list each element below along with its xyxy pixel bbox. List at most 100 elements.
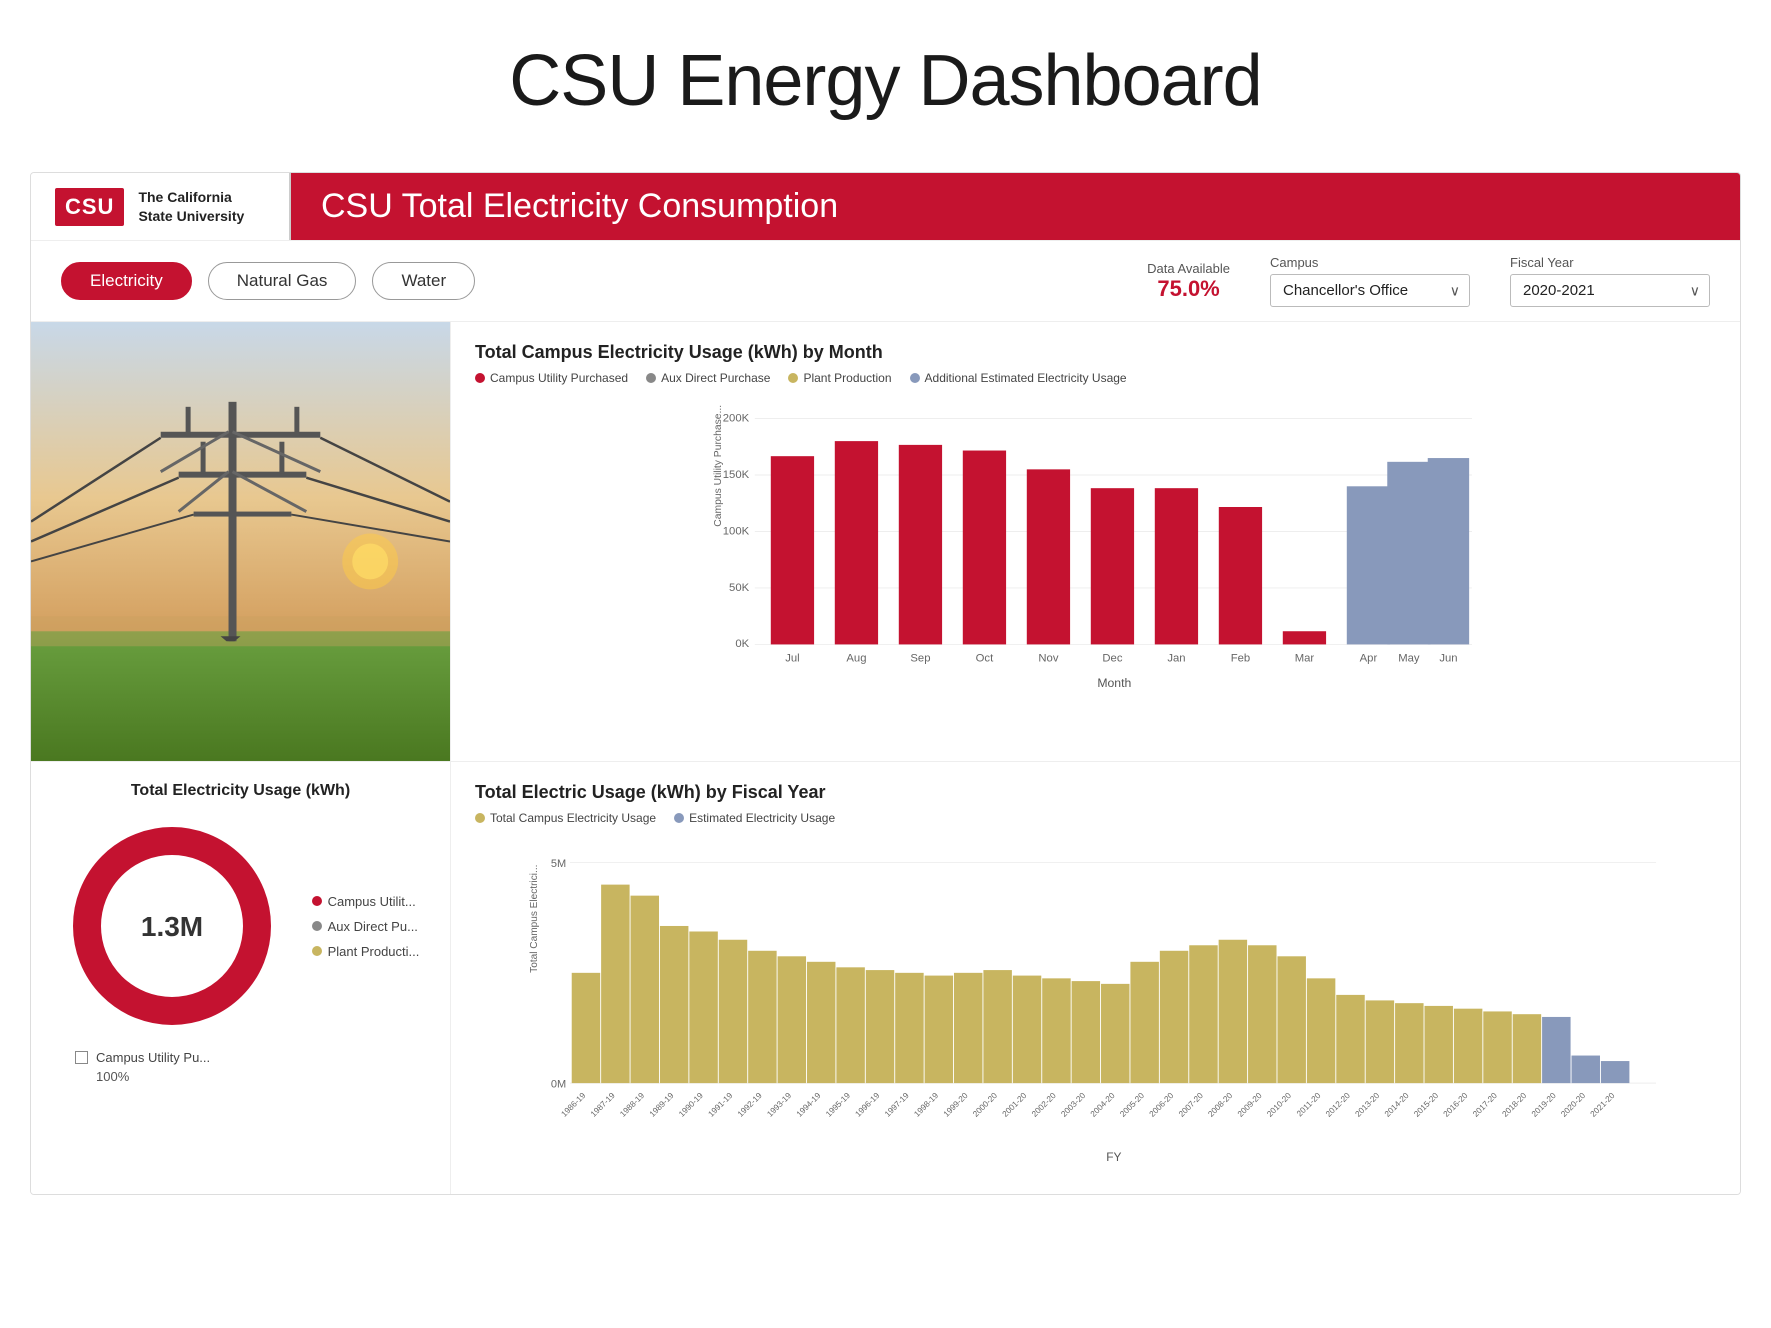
campus-select[interactable]: Chancellor's Office xyxy=(1270,274,1470,307)
fiscal-bar-30 xyxy=(1454,1009,1482,1083)
bar-mar xyxy=(1283,631,1326,644)
bar-apr xyxy=(1347,486,1390,644)
svg-text:Sep: Sep xyxy=(910,652,930,664)
bar-sep xyxy=(899,445,942,645)
donut-legend-plant: Plant Producti... xyxy=(312,944,420,959)
fiscal-year-label-23: 2009-20 xyxy=(1236,1091,1264,1119)
fiscal-bar-2 xyxy=(631,896,659,1083)
fiscal-year-select[interactable]: 2020-2021 xyxy=(1510,274,1710,307)
fiscal-legend-total: Total Campus Electricity Usage xyxy=(475,811,656,825)
data-available-block: Data Available 75.0% xyxy=(1147,261,1230,302)
fiscal-year-label-26: 2012-20 xyxy=(1324,1091,1352,1119)
bar-nov xyxy=(1027,469,1070,644)
fiscal-bar-35 xyxy=(1601,1061,1629,1083)
donut-title: Total Electricity Usage (kWh) xyxy=(131,782,350,800)
fiscal-bar-18 xyxy=(1101,984,1129,1083)
fiscal-chart-cell: Total Electric Usage (kWh) by Fiscal Yea… xyxy=(451,762,1740,1194)
fiscal-bar-1 xyxy=(601,885,629,1083)
tab-water[interactable]: Water xyxy=(372,262,475,300)
fiscal-bar-24 xyxy=(1277,956,1305,1083)
fiscal-bar-6 xyxy=(748,951,776,1083)
fiscal-bar-23 xyxy=(1248,945,1276,1083)
fiscal-chart-legend: Total Campus Electricity Usage Estimated… xyxy=(475,811,1716,825)
legend-estimated: Additional Estimated Electricity Usage xyxy=(910,371,1127,385)
fiscal-bar-11 xyxy=(895,973,923,1083)
bottom-legend: Campus Utility Pu... 100% xyxy=(55,1050,210,1084)
powerline-image xyxy=(31,322,450,761)
fiscal-year-label-27: 2013-20 xyxy=(1353,1091,1381,1119)
fiscal-bar-29 xyxy=(1424,1006,1452,1083)
campus-utility-checkbox[interactable] xyxy=(75,1051,88,1064)
dashboard-container: CSU The CaliforniaState University CSU T… xyxy=(30,172,1741,1195)
fiscal-year-label-9: 1995-19 xyxy=(824,1091,852,1119)
bar-jun xyxy=(1428,458,1469,644)
fiscal-bar-32 xyxy=(1513,1014,1541,1083)
donut-legend: Campus Utilit... Aux Direct Pu... Plant … xyxy=(312,894,420,959)
svg-text:Nov: Nov xyxy=(1038,652,1058,664)
fiscal-year-label: Fiscal Year xyxy=(1510,255,1710,270)
fiscal-bar-25 xyxy=(1307,978,1335,1083)
fiscal-chart-title: Total Electric Usage (kWh) by Fiscal Yea… xyxy=(475,782,1716,803)
fiscal-bar-8 xyxy=(807,962,835,1083)
fiscal-bar-31 xyxy=(1483,1011,1511,1083)
fiscal-dot-blue xyxy=(674,813,684,823)
legend-dot-gold xyxy=(788,373,798,383)
fiscal-bar-12 xyxy=(925,976,953,1084)
bar-jul xyxy=(771,456,814,644)
fiscal-year-label-33: 2019-20 xyxy=(1530,1091,1558,1119)
svg-text:Month: Month xyxy=(1097,676,1131,690)
header-title-bar: CSU Total Electricity Consumption xyxy=(291,173,1740,240)
main-grid: Total Campus Electricity Usage (kWh) by … xyxy=(31,322,1740,1194)
svg-text:Apr: Apr xyxy=(1360,652,1378,664)
fiscal-year-label-2: 1988-19 xyxy=(618,1091,646,1119)
monthly-bar-chart-svg: 200K 150K 100K 50K 0K Campus Utility Pur… xyxy=(475,395,1716,715)
fiscal-bar-chart-svg: 5M 0M Total Campus Electrici... 1986-191… xyxy=(475,835,1716,1175)
svg-text:FY: FY xyxy=(1106,1150,1121,1164)
bar-jan xyxy=(1155,488,1198,644)
tab-natural-gas[interactable]: Natural Gas xyxy=(208,262,357,300)
bar-feb xyxy=(1219,507,1262,644)
svg-text:Campus Utility Purchase...: Campus Utility Purchase... xyxy=(713,405,724,527)
svg-text:May: May xyxy=(1398,652,1420,664)
fiscal-bar-0 xyxy=(572,973,600,1083)
fiscal-year-label-12: 1998-19 xyxy=(912,1091,940,1119)
monthly-chart-legend: Campus Utility Purchased Aux Direct Purc… xyxy=(475,371,1716,385)
legend-plant-production: Plant Production xyxy=(788,371,891,385)
fiscal-bar-27 xyxy=(1366,1000,1394,1083)
legend-aux-direct: Aux Direct Purchase xyxy=(646,371,770,385)
bar-dec xyxy=(1091,488,1134,644)
svg-text:150K: 150K xyxy=(723,469,750,481)
fiscal-year-label-10: 1996-19 xyxy=(854,1091,882,1119)
legend-dot-gray xyxy=(646,373,656,383)
fiscal-label-total: Total Campus Electricity Usage xyxy=(490,811,656,825)
campus-dropdown-block: Campus Chancellor's Office xyxy=(1270,255,1470,307)
fiscal-year-label-28: 2014-20 xyxy=(1383,1091,1411,1119)
fiscal-year-label-31: 2017-20 xyxy=(1471,1091,1499,1119)
fiscal-bar-3 xyxy=(660,926,688,1083)
svg-text:100K: 100K xyxy=(723,525,750,537)
powerline-image-cell xyxy=(31,322,451,762)
bar-may xyxy=(1387,462,1430,645)
donut-svg: 1.3M xyxy=(62,816,282,1036)
donut-dot-red xyxy=(312,896,322,906)
donut-dot-gray xyxy=(312,921,322,931)
svg-text:Jan: Jan xyxy=(1167,652,1185,664)
fiscal-bar-5 xyxy=(719,940,747,1083)
svg-text:Aug: Aug xyxy=(846,652,866,664)
fiscal-year-label-14: 2000-20 xyxy=(971,1091,999,1119)
fiscal-bar-13 xyxy=(954,973,982,1083)
header-title: CSU Total Electricity Consumption xyxy=(321,187,838,226)
donut-area: 1.3M Campus Utilit... Aux Direct Pu... P… xyxy=(62,816,420,1036)
fiscal-bar-34 xyxy=(1572,1056,1600,1084)
fiscal-year-label-11: 1997-19 xyxy=(883,1091,911,1119)
donut-label-aux: Aux Direct Pu... xyxy=(328,919,418,934)
donut-dot-gold xyxy=(312,946,322,956)
tab-electricity[interactable]: Electricity xyxy=(61,262,192,300)
fiscal-bar-15 xyxy=(1013,976,1041,1084)
fiscal-year-label-19: 2005-20 xyxy=(1118,1091,1146,1119)
fiscal-year-label-30: 2016-20 xyxy=(1442,1091,1470,1119)
fiscal-bar-14 xyxy=(983,970,1011,1083)
data-available-value: 75.0% xyxy=(1147,276,1230,302)
fiscal-year-label-8: 1994-19 xyxy=(795,1091,823,1119)
fiscal-label-estimated: Estimated Electricity Usage xyxy=(689,811,835,825)
